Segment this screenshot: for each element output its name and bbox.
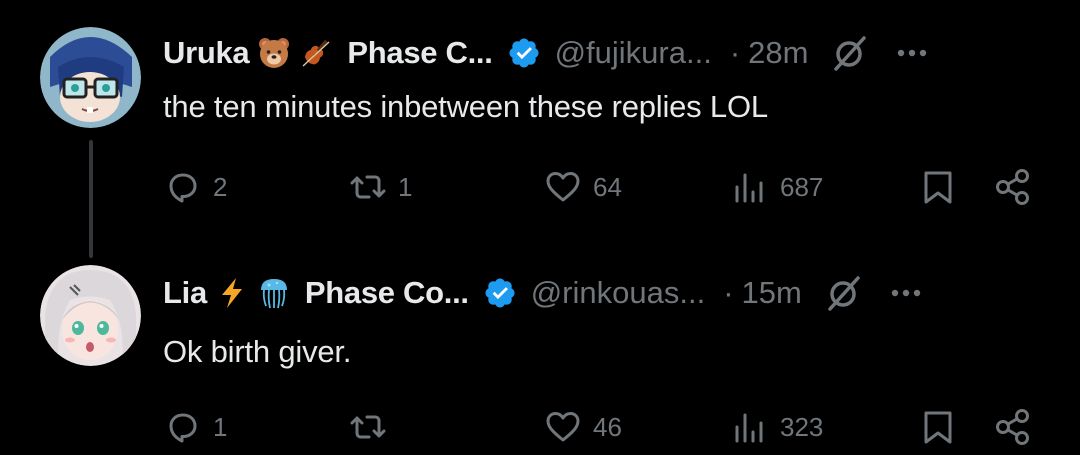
tweet[interactable]: Uruka Phase C... @fujikura... · 28m the … [0, 0, 1080, 240]
avatar[interactable] [40, 27, 141, 128]
bookmark-button[interactable] [918, 162, 958, 212]
tweet-text: Ok birth giver. [163, 334, 352, 369]
timestamp[interactable]: 15m [742, 275, 802, 311]
verified-badge-icon [507, 36, 541, 70]
repost-icon [350, 175, 386, 199]
share-button[interactable] [993, 162, 1033, 212]
bookmark-icon [924, 171, 952, 204]
repost-count: 1 [398, 171, 413, 202]
more-options-icon[interactable] [886, 273, 926, 313]
repost-icon [350, 415, 386, 439]
heart-icon [546, 172, 580, 202]
share-icon [996, 409, 1029, 445]
bear-face-emoji [257, 36, 291, 70]
views-button[interactable]: 687 [730, 162, 823, 212]
views-chart-icon [735, 413, 763, 443]
share-icon [996, 169, 1029, 205]
separator-dot: · [723, 275, 734, 310]
avatar[interactable] [40, 265, 141, 366]
reply-icon [169, 413, 197, 443]
timestamp[interactable]: 28m [748, 35, 808, 71]
action-bar: 2 1 64 687 [0, 162, 1080, 212]
bookmark-icon [924, 411, 952, 444]
tweet[interactable]: Lia Phase Co... @rinkouas... · 15m Ok bi… [0, 240, 1080, 455]
tweet-header: Lia Phase Co... @rinkouas... · 15m [163, 270, 1050, 316]
heart-icon [546, 412, 580, 442]
views-chart-icon [735, 173, 763, 203]
verified-badge-icon [483, 276, 517, 310]
views-button[interactable]: 323 [730, 402, 823, 452]
repost-button[interactable]: 1 [348, 162, 412, 212]
like-count: 46 [593, 411, 622, 442]
tweet-header: Uruka Phase C... @fujikura... · 28m [163, 30, 1050, 76]
handle[interactable]: @fujikura... [555, 35, 712, 71]
affiliation-name[interactable]: Phase C... [347, 35, 492, 71]
views-count: 323 [780, 411, 824, 442]
separator-dot: · [729, 35, 741, 70]
grok-icon[interactable] [830, 33, 870, 73]
action-bar: 1 46 323 [0, 402, 1080, 452]
tweet-text: the ten minutes inbetween these replies … [163, 89, 768, 124]
like-button[interactable]: 46 [543, 402, 622, 452]
reply-count: 2 [213, 171, 228, 202]
repost-button[interactable] [348, 402, 398, 452]
lightning-emoji [215, 276, 249, 310]
reply-count: 1 [213, 411, 228, 442]
reply-button[interactable]: 1 [163, 402, 227, 452]
share-button[interactable] [993, 402, 1033, 452]
reply-icon [169, 173, 197, 203]
like-button[interactable]: 64 [543, 162, 622, 212]
reply-button[interactable]: 2 [163, 162, 227, 212]
views-count: 687 [780, 171, 824, 202]
handle[interactable]: @rinkouas... [531, 275, 705, 311]
bookmark-button[interactable] [918, 402, 958, 452]
grok-icon[interactable] [824, 273, 864, 313]
display-name[interactable]: Uruka [163, 35, 250, 71]
violin-emoji [299, 36, 333, 70]
jellyfish-emoji [257, 276, 291, 310]
affiliation-name[interactable]: Phase Co... [305, 275, 469, 311]
display-name[interactable]: Lia [163, 275, 207, 311]
more-options-icon[interactable] [892, 33, 932, 73]
like-count: 64 [593, 171, 622, 202]
